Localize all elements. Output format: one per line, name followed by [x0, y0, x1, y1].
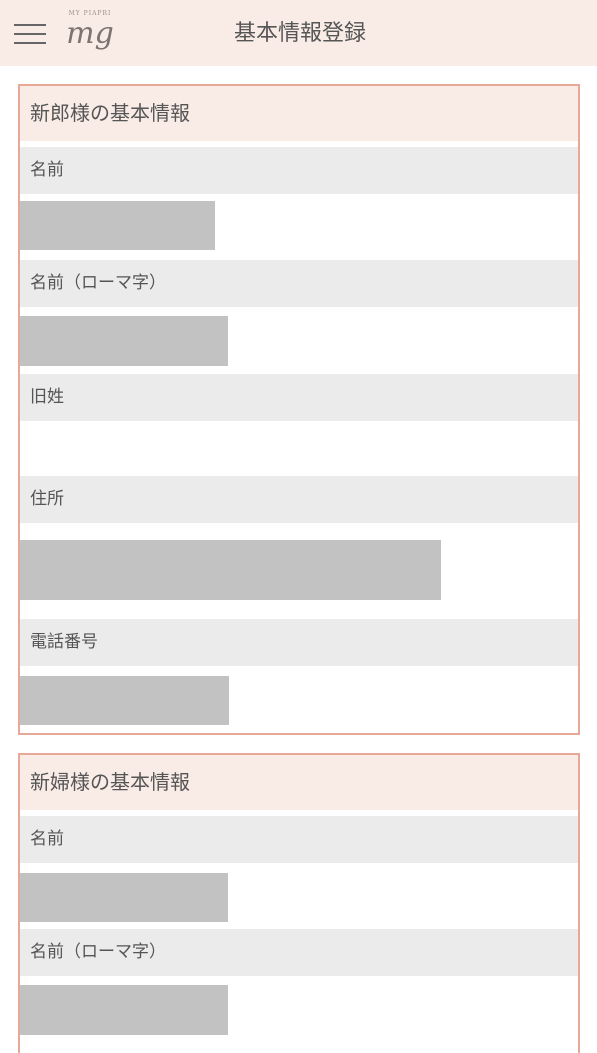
bride-info-section: 新婦様の基本情報 名前 名前（ローマ字）: [18, 753, 580, 1053]
bride-romaji-name-value-redacted: [20, 985, 228, 1035]
groom-address-value-redacted: [20, 540, 441, 600]
bride-section-title: 新婦様の基本情報: [20, 755, 578, 810]
groom-phone-value-redacted: [20, 676, 229, 725]
logo-mark: mg: [66, 16, 114, 51]
groom-name-label: 名前: [20, 147, 578, 194]
top-app-bar: MY PIAPRI mg 基本情報登録: [0, 0, 597, 66]
hamburger-menu-icon[interactable]: [14, 22, 46, 46]
groom-section-title: 新郎様の基本情報: [20, 86, 578, 141]
menu-line: [14, 42, 46, 44]
page-title: 基本情報登録: [233, 21, 366, 46]
bride-name-label: 名前: [20, 816, 578, 863]
groom-phone-label: 電話番号: [20, 619, 578, 666]
groom-address-label: 住所: [20, 476, 578, 523]
groom-maiden-name-label: 旧姓: [20, 374, 578, 421]
menu-line: [14, 33, 46, 35]
groom-name-value-redacted: [20, 201, 215, 250]
menu-line: [14, 24, 46, 26]
groom-info-section: 新郎様の基本情報 名前 名前（ローマ字） 旧姓 住所 電話番号: [18, 84, 580, 735]
groom-romaji-name-value-redacted: [20, 316, 228, 366]
bride-romaji-name-label: 名前（ローマ字）: [20, 929, 578, 976]
app-logo[interactable]: MY PIAPRI mg: [62, 8, 118, 60]
bride-name-value-redacted: [20, 873, 228, 922]
groom-romaji-name-label: 名前（ローマ字）: [20, 260, 578, 307]
